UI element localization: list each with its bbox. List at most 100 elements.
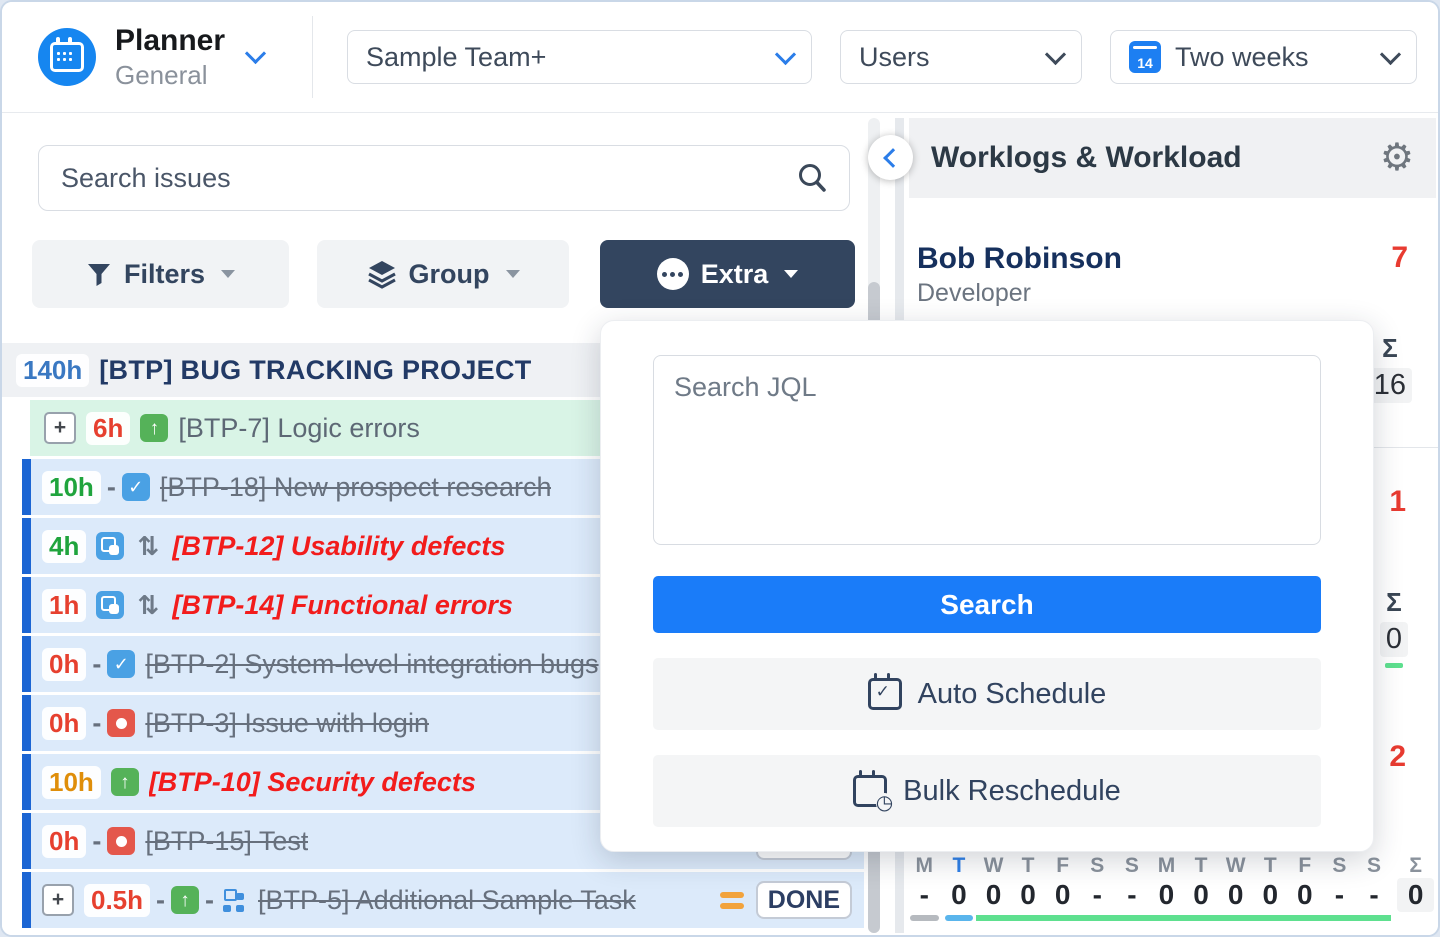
calendar-14-icon: 14: [1129, 41, 1161, 73]
sigma-column: Σ 0: [1393, 854, 1438, 921]
issue-extra-icon: [220, 886, 248, 914]
progress-bar: [1322, 915, 1357, 921]
task-hours: 0h: [42, 707, 86, 740]
group-label: Group: [409, 259, 490, 290]
progress-bar: [1357, 915, 1392, 921]
sigma-icon: Σ: [1380, 587, 1408, 618]
extra-label: Extra: [701, 259, 769, 290]
priority-medium-icon: [720, 892, 744, 909]
dash: -: [156, 885, 165, 916]
status-badge: DONE: [756, 881, 852, 920]
period-select[interactable]: 14 Two weeks: [1110, 30, 1417, 84]
auto-schedule-label: Auto Schedule: [918, 678, 1107, 711]
task-title: [BTP-7] Logic errors: [178, 413, 420, 444]
planner-logo[interactable]: [38, 28, 96, 86]
jql-input[interactable]: [653, 355, 1321, 545]
calendar-check-icon: [868, 678, 902, 710]
team-select-value: Sample Team+: [366, 42, 546, 73]
task-hours: 0h: [42, 648, 86, 681]
task-hours: 0h: [42, 825, 86, 858]
chevron-down-icon: [1380, 43, 1401, 64]
layers-icon: [367, 259, 397, 289]
day-column: M -: [907, 854, 942, 921]
task-row[interactable]: 0.5h - - [BTP-5] Additional Sample Task …: [22, 872, 864, 928]
day-column: S -: [1115, 854, 1150, 921]
day-column: F 0: [1288, 854, 1323, 921]
progress-bar: [910, 915, 939, 921]
progress-bar: [1253, 915, 1288, 921]
day-letter: T: [1253, 854, 1288, 878]
app-chevron-down-icon[interactable]: [245, 43, 266, 64]
task-title: [BTP-18] New prospect research: [160, 472, 552, 503]
day-value: -: [1080, 878, 1115, 912]
day-letter: W: [976, 854, 1011, 878]
search-icon[interactable]: [795, 161, 829, 195]
extra-dropdown-menu: Search Auto Schedule Bulk Reschedule: [600, 320, 1374, 852]
day-letter: W: [1218, 854, 1253, 878]
search-issues-input[interactable]: [59, 162, 795, 195]
progress-bar: [1184, 915, 1219, 921]
day-letter: M: [907, 854, 942, 878]
task-hours: 10h: [42, 471, 101, 504]
day-letter: S: [1080, 854, 1115, 878]
task-title: [BTP-3] Issue with login: [145, 708, 429, 739]
day-letter: S: [1322, 854, 1357, 878]
day-columns: M - T 0 W 0: [907, 854, 1391, 921]
view-mode-value: Users: [859, 42, 930, 73]
issue-type-icon: [107, 827, 135, 855]
ellipsis-icon: [657, 258, 689, 290]
dash: -: [107, 472, 116, 503]
divider: [312, 16, 313, 98]
day-value: -: [1357, 878, 1392, 912]
day-column: T 0: [1011, 854, 1046, 921]
day-letter: S: [1115, 854, 1150, 878]
issue-type-icon: [107, 709, 135, 737]
team-select[interactable]: Sample Team+: [347, 30, 812, 84]
progress-bar: [1115, 915, 1150, 921]
collapse-panel-button[interactable]: [868, 135, 913, 180]
sum-total: Σ 16: [1368, 333, 1412, 403]
task-hours: 0.5h: [84, 884, 150, 917]
day-column: T 0: [1253, 854, 1288, 921]
day-column: T 0: [942, 854, 977, 921]
jql-search-button[interactable]: Search: [653, 576, 1321, 633]
sigma-icon: Σ: [1393, 854, 1438, 878]
caret-down-icon: [784, 270, 798, 278]
task-title: [BTP-12] Usability defects: [172, 531, 505, 562]
day-value: -: [1115, 878, 1150, 912]
day-value: 0: [1288, 878, 1323, 912]
day-letter: M: [1149, 854, 1184, 878]
issue-type-icon: [107, 650, 135, 678]
bulk-reschedule-button[interactable]: Bulk Reschedule: [653, 755, 1321, 827]
search-issues-box[interactable]: [38, 145, 850, 211]
user-name[interactable]: Bob Robinson: [917, 242, 1122, 276]
progress-bar: [976, 915, 1011, 921]
task-hours: 6h: [86, 412, 130, 445]
sum-total: Σ 0: [1380, 587, 1408, 668]
dash: -: [92, 649, 101, 680]
sum-total-value: 16: [1368, 368, 1412, 403]
filters-button[interactable]: Filters: [32, 240, 289, 308]
view-mode-select[interactable]: Users: [840, 30, 1082, 84]
expand-icon[interactable]: [42, 884, 74, 916]
worklogs-title: Worklogs & Workload: [931, 141, 1380, 175]
extra-button[interactable]: Extra: [600, 240, 855, 308]
worklogs-header: Worklogs & Workload ⚙: [909, 118, 1436, 198]
day-column: T 0: [1184, 854, 1219, 921]
group-button[interactable]: Group: [317, 240, 569, 308]
progress-bar: [1045, 915, 1080, 921]
auto-schedule-button[interactable]: Auto Schedule: [653, 658, 1321, 730]
task-hours: 1h: [42, 589, 86, 622]
day-letter: T: [1184, 854, 1219, 878]
day-letter: T: [942, 854, 977, 878]
chevron-left-icon: [883, 148, 903, 168]
dash: -: [205, 885, 214, 916]
progress-bar-fragment: [1385, 663, 1403, 668]
period-value: Two weeks: [1175, 42, 1309, 73]
task-title: [BTP-10] Security defects: [149, 767, 476, 798]
day-column: S -: [1322, 854, 1357, 921]
issue-type-icon: [140, 414, 168, 442]
gear-icon[interactable]: ⚙: [1380, 139, 1414, 177]
expand-icon[interactable]: [44, 412, 76, 444]
day-letter: F: [1045, 854, 1080, 878]
